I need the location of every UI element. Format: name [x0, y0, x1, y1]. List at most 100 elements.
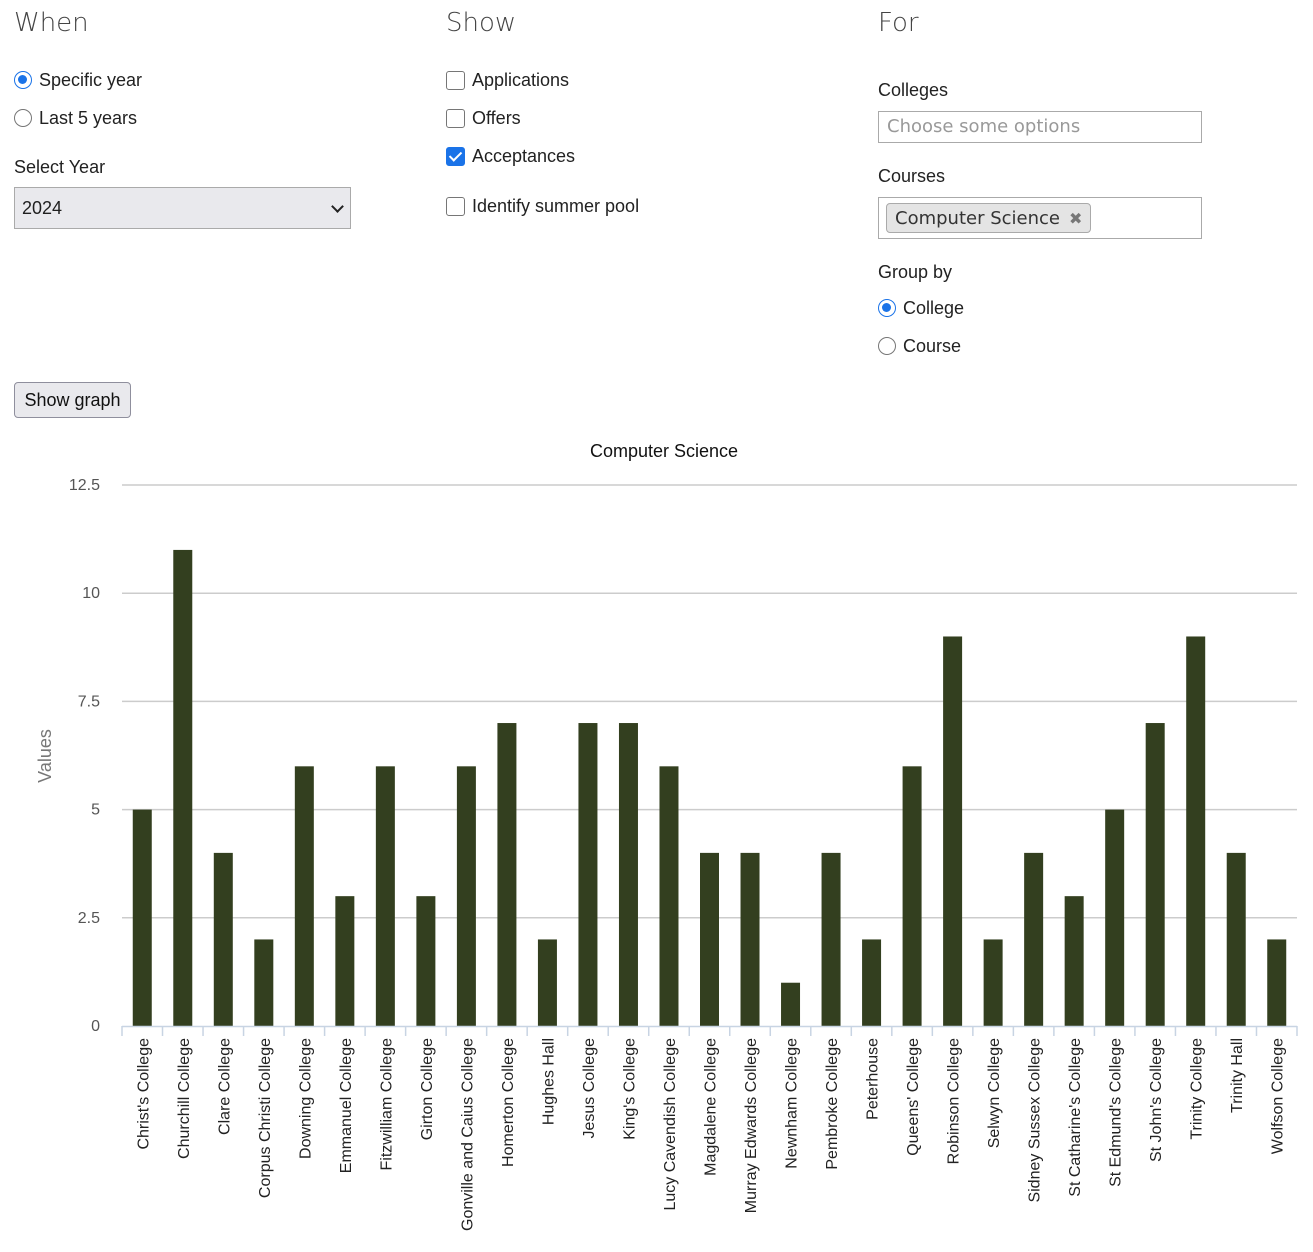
- y-tick-label: 2.5: [78, 910, 100, 927]
- bar: [659, 766, 679, 1026]
- radio-unselected-icon[interactable]: [878, 337, 896, 355]
- radio-selected-icon[interactable]: [878, 299, 896, 317]
- last-5-years-radio[interactable]: Last 5 years: [14, 106, 137, 130]
- bar: [1226, 852, 1246, 1026]
- acceptances-label: Acceptances: [472, 145, 576, 166]
- bar: [862, 939, 882, 1026]
- x-tick-label: Downing College: [297, 1038, 314, 1159]
- year-select-value: 2024: [22, 197, 63, 218]
- bar: [294, 766, 314, 1026]
- bar: [1024, 852, 1044, 1026]
- checkbox-unchecked-icon[interactable]: [446, 196, 465, 216]
- x-tick-label: Clare College: [216, 1038, 233, 1135]
- radio-unselected-icon[interactable]: [14, 109, 32, 127]
- bar: [132, 809, 152, 1026]
- course-chip: Computer Science ✖: [886, 203, 1092, 233]
- bar: [781, 982, 801, 1026]
- x-tick-label: Newnham College: [784, 1038, 801, 1169]
- y-tick-label: 0: [91, 1018, 100, 1035]
- bar: [618, 723, 638, 1026]
- acceptances-checkbox[interactable]: Acceptances: [446, 144, 575, 168]
- group-by-college-radio[interactable]: College: [878, 296, 964, 320]
- x-tick-label: Queens' College: [905, 1038, 922, 1156]
- y-tick-label: 7.5: [78, 693, 100, 710]
- offers-checkbox[interactable]: Offers: [446, 106, 521, 130]
- specific-year-label: Specific year: [39, 69, 143, 90]
- colleges-label: Colleges: [878, 80, 949, 100]
- last-5-years-label: Last 5 years: [39, 107, 138, 128]
- x-tick-label: Corpus Christi College: [257, 1038, 274, 1198]
- x-tick-label: St Edmund's College: [1108, 1038, 1125, 1187]
- x-tick-label: Magdalene College: [703, 1038, 720, 1176]
- y-tick-label: 5: [91, 802, 100, 819]
- x-tick-label: Selwyn College: [986, 1038, 1003, 1148]
- x-tick-label: Jesus College: [581, 1038, 598, 1139]
- bar: [254, 939, 274, 1026]
- checkbox-checked-icon[interactable]: [446, 146, 465, 166]
- remove-chip-icon[interactable]: ✖: [1069, 209, 1082, 228]
- y-axis-label: Values: [35, 729, 55, 783]
- course-chip-label: Computer Science: [895, 207, 1060, 229]
- group-by-college-label: College: [903, 297, 965, 318]
- summer-pool-checkbox[interactable]: Identify summer pool: [446, 194, 639, 218]
- show-heading: Show: [446, 8, 517, 38]
- courses-multiselect[interactable]: Computer Science ✖: [878, 197, 1202, 239]
- bar: [1064, 896, 1084, 1026]
- bar: [578, 723, 598, 1026]
- x-tick-label: Peterhouse: [865, 1038, 882, 1120]
- y-axis-ticks: 0 2.5 5 7.5 10 12.5: [69, 477, 100, 1035]
- bar: [173, 549, 193, 1026]
- group-by-label: Group by: [878, 262, 953, 282]
- select-year-label: Select Year: [14, 157, 106, 177]
- year-select[interactable]: 2024: [14, 187, 351, 229]
- chevron-down-icon: [331, 200, 344, 213]
- x-tick-label: Pembroke College: [824, 1038, 841, 1170]
- bars: [132, 549, 1287, 1026]
- bar: [983, 939, 1003, 1026]
- when-heading: When: [14, 8, 89, 38]
- bar: [456, 766, 476, 1026]
- x-tick-label: Wolfson College: [1270, 1038, 1287, 1154]
- summer-pool-label: Identify summer pool: [472, 195, 640, 216]
- bar: [335, 896, 355, 1026]
- x-tick-label: Fitzwilliam College: [378, 1038, 395, 1171]
- x-tick-label: Churchill College: [176, 1038, 193, 1159]
- bar-chart: Computer Science Values 0 2.5 5 7.5 10 12.5 C…: [35, 441, 1298, 1231]
- x-tick-label: Robinson College: [946, 1038, 963, 1164]
- colleges-multiselect[interactable]: Choose some options: [878, 111, 1202, 143]
- y-tick-label: 10: [82, 585, 100, 602]
- bar: [1105, 809, 1125, 1026]
- x-tick-label: Hughes Hall: [540, 1038, 557, 1125]
- x-tick-label: Trinity Hall: [1229, 1038, 1246, 1113]
- bar: [375, 766, 395, 1026]
- group-by-course-radio[interactable]: Course: [878, 334, 961, 358]
- x-tick-label: St John's College: [1148, 1038, 1165, 1162]
- for-heading: For: [878, 8, 919, 38]
- bar: [1267, 939, 1287, 1026]
- x-tick-label: Girton College: [419, 1038, 436, 1140]
- specific-year-radio[interactable]: Specific year: [14, 68, 142, 92]
- y-tick-label: 12.5: [69, 477, 100, 494]
- x-tick-label: St Catharine's College: [1067, 1038, 1084, 1197]
- x-tick-label: Lucy Cavendish College: [662, 1038, 679, 1211]
- bar: [416, 896, 436, 1026]
- radio-selected-icon[interactable]: [14, 71, 32, 89]
- show-graph-button[interactable]: Show graph: [14, 382, 131, 418]
- applications-label: Applications: [472, 69, 570, 90]
- checkbox-unchecked-icon[interactable]: [446, 70, 465, 90]
- bar: [821, 852, 841, 1026]
- chart-title: Computer Science: [590, 441, 738, 461]
- checkbox-unchecked-icon[interactable]: [446, 108, 465, 128]
- x-tick-label: Gonville and Caius College: [459, 1038, 476, 1231]
- group-by-course-label: Course: [903, 335, 962, 356]
- x-axis-labels: Christ's College Churchill College Clare C…: [135, 1038, 1286, 1231]
- bar: [700, 852, 719, 1026]
- bar: [902, 766, 922, 1026]
- applications-checkbox[interactable]: Applications: [446, 68, 569, 92]
- x-tick-label: King's College: [621, 1038, 638, 1140]
- bar: [497, 723, 517, 1026]
- bar: [213, 852, 233, 1026]
- x-tick-label: Trinity College: [1189, 1038, 1206, 1140]
- x-tick-label: Homerton College: [500, 1038, 517, 1167]
- bar: [1145, 723, 1165, 1026]
